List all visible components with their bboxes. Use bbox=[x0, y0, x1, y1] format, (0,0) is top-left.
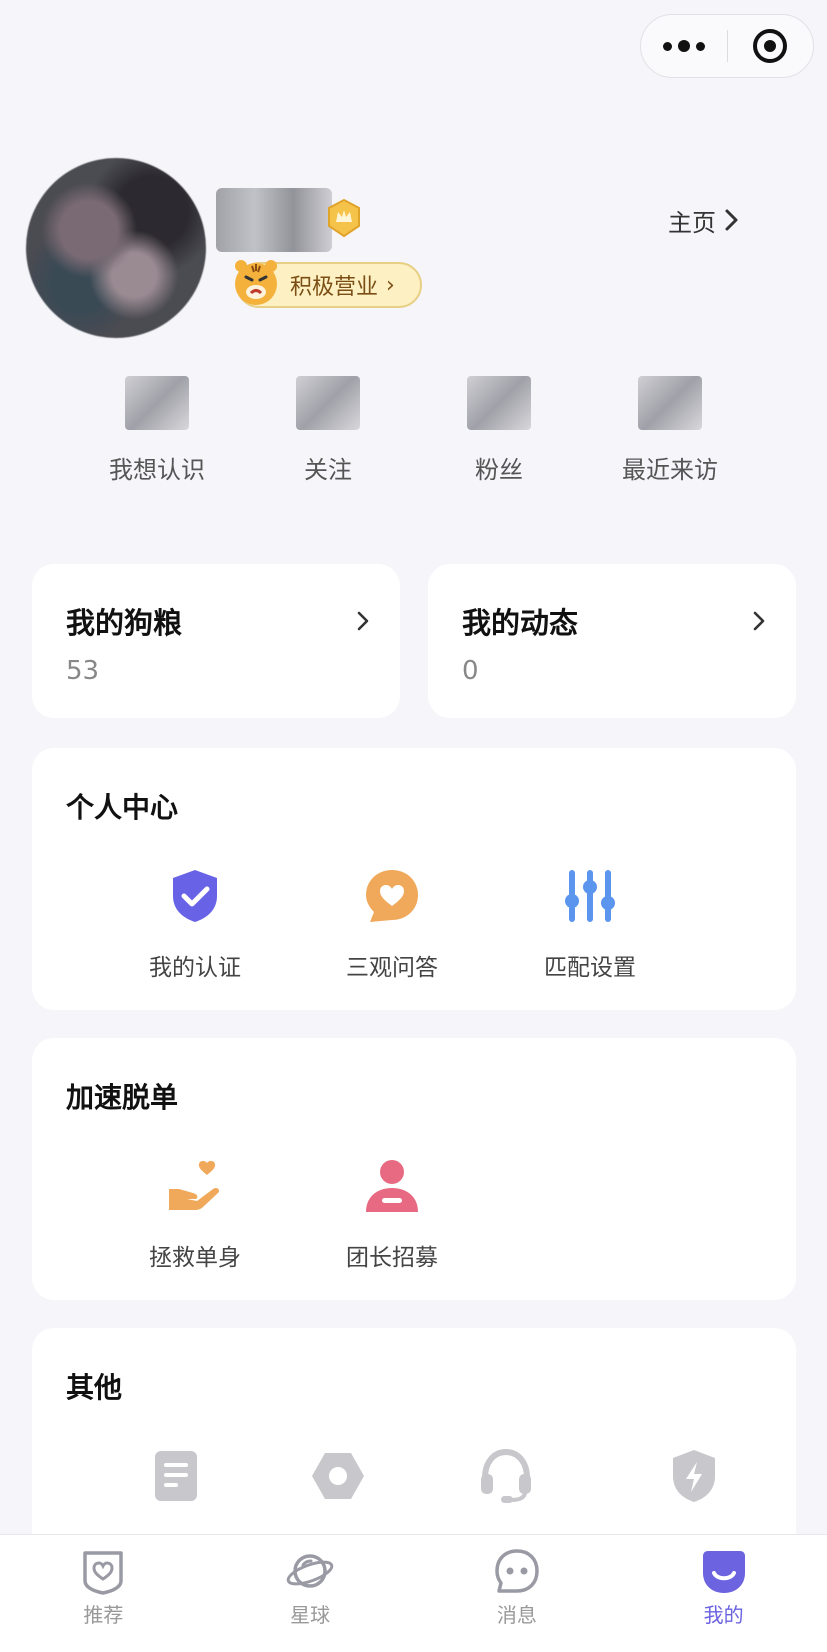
item-label: 拯救单身 bbox=[149, 1245, 241, 1271]
shield-bolt-icon bbox=[673, 1450, 715, 1502]
stat-value-blurred bbox=[296, 376, 360, 430]
homepage-label: 主页 bbox=[668, 208, 716, 237]
card-value: 53 bbox=[66, 656, 100, 686]
chevron-right-icon bbox=[753, 611, 765, 631]
tiger-face-icon bbox=[235, 260, 277, 305]
stat-label: 我想认识 bbox=[109, 456, 205, 484]
crown-medal-icon bbox=[328, 198, 360, 238]
stat-value-blurred bbox=[125, 376, 189, 430]
dog-food-card[interactable]: 我的狗粮 53 bbox=[32, 564, 400, 718]
document-icon bbox=[155, 1451, 197, 1501]
more-dots-icon bbox=[662, 40, 705, 52]
item-label: 我的认证 bbox=[149, 955, 241, 981]
item-label: 匹配设置 bbox=[544, 955, 636, 981]
item-label: 三观问答 bbox=[346, 955, 438, 981]
item-label: 团长招募 bbox=[346, 1245, 438, 1271]
chat-bubble-icon bbox=[495, 1549, 539, 1593]
username-blurred bbox=[216, 188, 332, 252]
close-miniprogram-button[interactable] bbox=[728, 15, 814, 77]
tab-messages[interactable]: 消息 bbox=[414, 1535, 621, 1652]
tab-label: 推荐 bbox=[83, 1603, 124, 1627]
stat-label: 关注 bbox=[304, 456, 352, 484]
tab-recommend[interactable]: 推荐 bbox=[0, 1535, 207, 1652]
chevron-right-icon bbox=[725, 209, 738, 231]
stat-value-blurred bbox=[638, 376, 702, 430]
stat-fans[interactable]: 粉丝 bbox=[419, 376, 579, 485]
bottom-tab-bar: 推荐 星球 消息 我的 bbox=[0, 1534, 827, 1652]
target-close-icon bbox=[753, 29, 788, 63]
card-title: 我的狗粮 bbox=[66, 606, 183, 640]
avatar[interactable] bbox=[26, 158, 206, 338]
person-badge-icon bbox=[366, 1160, 418, 1212]
sliders-icon bbox=[565, 870, 615, 922]
hand-heart-icon bbox=[169, 1160, 220, 1210]
my-verification-item[interactable]: 我的认证 bbox=[100, 866, 290, 982]
section-title: 其他 bbox=[66, 1371, 123, 1404]
leader-recruit-item[interactable]: 团长招募 bbox=[297, 1156, 487, 1272]
tab-label: 星球 bbox=[290, 1603, 331, 1627]
tab-label: 消息 bbox=[496, 1603, 537, 1627]
personal-center-section: 个人中心 我的认证 三观问答 匹配设置 bbox=[32, 748, 796, 1010]
homepage-link[interactable]: 主页 bbox=[668, 200, 740, 240]
card-title: 我的动态 bbox=[462, 606, 579, 640]
chevron-right-icon bbox=[357, 611, 369, 631]
stat-following[interactable]: 关注 bbox=[248, 376, 408, 485]
speed-up-section: 加速脱单 拯救单身 团长招募 bbox=[32, 1038, 796, 1300]
card-value: 0 bbox=[462, 656, 479, 686]
stat-value-blurred bbox=[467, 376, 531, 430]
section-title: 加速脱单 bbox=[66, 1081, 179, 1114]
section-title: 个人中心 bbox=[66, 791, 179, 824]
headset-icon bbox=[481, 1448, 531, 1503]
chevron-right-icon: › bbox=[386, 272, 395, 298]
stat-recent-visitors[interactable]: 最近来访 bbox=[590, 376, 750, 485]
tab-planet[interactable]: 星球 bbox=[207, 1535, 414, 1652]
tab-mine[interactable]: 我的 bbox=[620, 1535, 827, 1652]
settings-hex-icon bbox=[312, 1453, 364, 1499]
badge-label: 积极营业 bbox=[290, 275, 379, 300]
posts-card[interactable]: 我的动态 0 bbox=[428, 564, 796, 718]
shield-check-icon bbox=[173, 870, 217, 922]
match-settings-item[interactable]: 匹配设置 bbox=[495, 866, 685, 982]
stat-label: 粉丝 bbox=[475, 456, 523, 484]
heart-chat-icon bbox=[366, 870, 418, 922]
stat-want-to-know[interactable]: 我想认识 bbox=[77, 376, 237, 485]
heart-tag-icon bbox=[83, 1551, 124, 1595]
other-item-security[interactable] bbox=[574, 1446, 814, 1506]
miniprogram-capsule bbox=[640, 14, 814, 78]
stat-label: 最近来访 bbox=[622, 456, 718, 484]
tab-label: 我的 bbox=[703, 1603, 744, 1627]
more-button[interactable] bbox=[641, 15, 727, 77]
planet-icon bbox=[286, 1554, 334, 1588]
values-qa-item[interactable]: 三观问答 bbox=[297, 866, 487, 982]
smile-icon bbox=[702, 1551, 745, 1593]
rescue-singles-item[interactable]: 拯救单身 bbox=[100, 1156, 290, 1272]
